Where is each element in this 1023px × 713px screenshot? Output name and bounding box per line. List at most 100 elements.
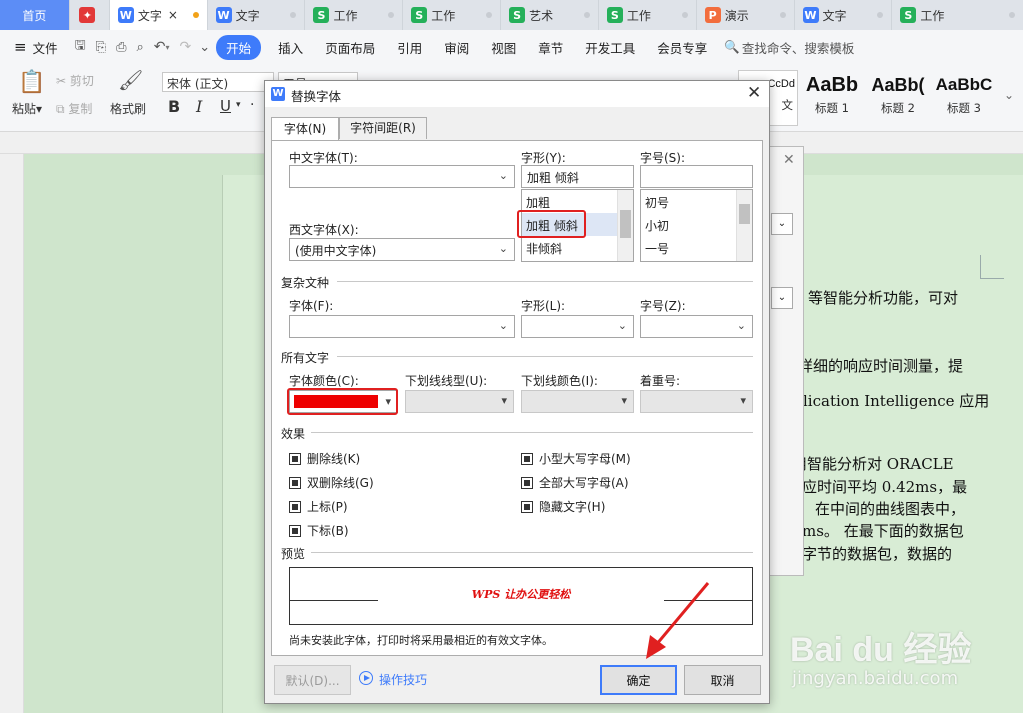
hamburger-icon[interactable]: ≡ <box>14 38 27 56</box>
underline-color-select[interactable]: ▾ <box>521 390 634 413</box>
doc-line: 在中间的曲线图表中， <box>815 500 966 518</box>
spreadsheet-icon: S <box>509 7 526 23</box>
menu-insert[interactable]: 插入 <box>267 38 314 57</box>
style-heading-1[interactable]: AaBb 标题 1 <box>800 70 864 126</box>
save-icon[interactable]: 🖫 <box>75 36 86 58</box>
tab-spreadsheet[interactable]: S 工作 <box>599 0 697 30</box>
scrollbar[interactable] <box>617 190 633 261</box>
doc-line: ms。 在最下面的数据包 <box>802 522 964 540</box>
copy-button[interactable]: ⧉ 复制 <box>56 100 92 117</box>
default-button[interactable]: 默认(D)... <box>274 665 351 695</box>
ok-button[interactable]: 确定 <box>600 665 677 695</box>
close-icon[interactable]: ✕ <box>747 83 761 103</box>
west-font-label: 西文字体(X): <box>289 223 359 237</box>
strikethrough-checkbox[interactable]: 删除线(K) <box>289 450 360 467</box>
font-missing-note: 尚未安装此字体，打印时将采用最相近的有效文字体。 <box>289 634 553 647</box>
menu-view[interactable]: 视图 <box>480 38 527 57</box>
close-icon[interactable]: ✕ <box>783 152 795 168</box>
tab-spreadsheet[interactable]: S 工作 <box>892 0 1023 30</box>
tab-presentation[interactable]: P 演示 <box>697 0 795 30</box>
scrollbar-thumb[interactable] <box>620 210 631 238</box>
print-icon[interactable]: ⎙ <box>116 40 126 55</box>
chevron-down-icon[interactable]: ▾ <box>236 100 241 110</box>
tab-label: 工作 <box>920 8 945 23</box>
menu-membership[interactable]: 会员专享 <box>646 38 718 57</box>
tab-char-spacing[interactable]: 字符间距(R) <box>339 117 427 139</box>
menu-review[interactable]: 审阅 <box>433 38 480 57</box>
tab-document[interactable]: W 文字 <box>795 0 893 30</box>
chevron-down-icon[interactable]: ▾ <box>166 43 170 52</box>
menu-page-layout[interactable]: 页面布局 <box>314 38 386 57</box>
underline-type-select[interactable]: ▾ <box>405 390 514 413</box>
west-font-select[interactable]: (使用中文字体) ⌄ <box>289 238 515 261</box>
chevron-down-icon[interactable]: ⌄ <box>771 287 793 309</box>
scrollbar[interactable] <box>736 190 752 261</box>
complex-font-select[interactable]: ⌄ <box>289 315 515 338</box>
scrollbar-thumb[interactable] <box>739 204 750 224</box>
menu-home[interactable]: 开始 <box>216 34 262 60</box>
style-heading-2[interactable]: AaBb( 标题 2 <box>866 70 930 126</box>
cn-font-select[interactable]: ⌄ <box>289 165 515 188</box>
strikethrough-icon[interactable]: · <box>250 97 254 113</box>
export-icon[interactable]: ⎘ <box>96 40 106 55</box>
preview-icon[interactable]: ⌕ <box>136 40 143 55</box>
play-circle-icon[interactable] <box>359 671 373 685</box>
menu-section[interactable]: 章节 <box>527 38 574 57</box>
divider <box>311 432 753 433</box>
tab-spreadsheet[interactable]: S 工作 <box>403 0 502 30</box>
tab-document[interactable]: W 文字 <box>208 0 306 30</box>
subscript-checkbox[interactable]: 下标(B) <box>289 522 349 539</box>
menu-file[interactable]: 文件 <box>27 38 69 57</box>
styles-more-icon[interactable]: ⌄ <box>1004 88 1014 102</box>
spreadsheet-icon: S <box>313 7 330 23</box>
tab-spreadsheet[interactable]: S 艺术 <box>501 0 599 30</box>
cut-button[interactable]: ✂ 剪切 <box>56 72 94 89</box>
vertical-ruler <box>0 154 24 713</box>
tips-link[interactable]: 操作技巧 <box>379 671 427 688</box>
close-icon[interactable]: × <box>168 8 178 22</box>
underline-icon[interactable]: U <box>220 97 231 115</box>
undo-icon[interactable]: ↶ <box>154 39 166 55</box>
tab-wps[interactable]: ✦ <box>70 0 110 30</box>
size-input[interactable] <box>640 165 753 188</box>
bold-icon[interactable]: B <box>168 97 180 116</box>
style-heading-3[interactable]: AaBbC 标题 3 <box>932 70 996 126</box>
double-strikethrough-checkbox[interactable]: 双删除线(G) <box>289 474 374 491</box>
menu-developer[interactable]: 开发工具 <box>574 38 646 57</box>
all-caps-checkbox[interactable]: 全部大写字母(A) <box>521 474 629 491</box>
complex-size-select[interactable]: ⌄ <box>640 315 753 338</box>
tab-document-active[interactable]: W 文字 × <box>109 0 208 30</box>
chevron-down-icon[interactable]: ⌄ <box>199 40 210 55</box>
font-name-select[interactable]: 宋体 (正文) <box>162 72 274 92</box>
style-input[interactable]: 加粗 倾斜 <box>521 165 634 188</box>
tab-home[interactable]: 首页 <box>0 0 70 30</box>
complex-style-select[interactable]: ⌄ <box>521 315 634 338</box>
paste-button[interactable]: 粘贴▾ <box>12 100 42 117</box>
dropdown-arrow-icon: ▾ <box>501 394 507 407</box>
superscript-checkbox[interactable]: 上标(P) <box>289 498 348 515</box>
hidden-text-checkbox[interactable]: 隐藏文字(H) <box>521 498 605 515</box>
cancel-button[interactable]: 取消 <box>684 665 761 695</box>
all-text-section-label: 所有文字 <box>281 351 330 365</box>
tab-dot <box>583 12 590 18</box>
tab-spreadsheet[interactable]: S 工作 <box>305 0 404 30</box>
format-painter-button[interactable]: 格式刷 <box>110 100 146 117</box>
format-painter-icon[interactable]: 🖌 <box>118 68 143 92</box>
chevron-down-icon[interactable]: ⌄ <box>771 213 793 235</box>
emphasis-select[interactable]: ▾ <box>640 390 753 413</box>
tab-label: 艺术 <box>529 8 554 23</box>
tab-font[interactable]: 字体(N) <box>271 117 339 141</box>
watermark-url: jingyan.baidu.com <box>792 668 959 689</box>
size-list[interactable]: 初号 小初 一号 <box>640 189 753 262</box>
tab-dot <box>779 12 786 18</box>
small-caps-checkbox[interactable]: 小型大写字母(M) <box>521 450 631 467</box>
tab-dot <box>388 12 395 18</box>
paste-icon[interactable]: 📋 <box>18 70 45 95</box>
doc-line: lication Intelligence 应用 <box>803 392 990 410</box>
menu-references[interactable]: 引用 <box>386 38 433 57</box>
command-search[interactable]: 查找命令、搜索模板 <box>742 38 855 57</box>
redo-icon[interactable]: ↷ <box>180 39 192 55</box>
divider <box>311 552 753 553</box>
italic-icon[interactable]: I <box>196 97 202 116</box>
checkbox-indeterminate <box>521 476 533 489</box>
